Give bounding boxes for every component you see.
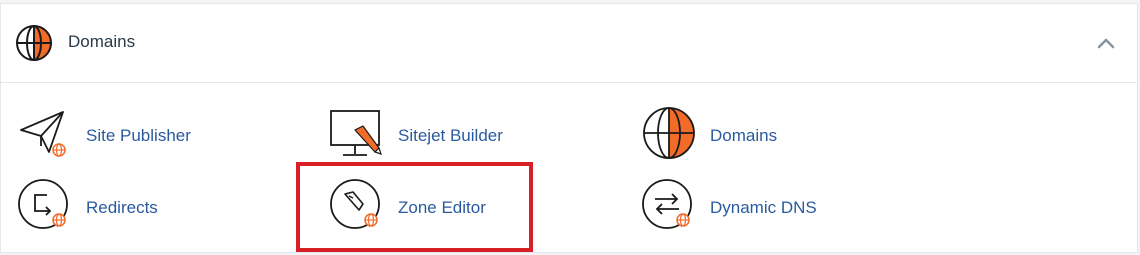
globe-icon xyxy=(16,25,52,61)
chevron-up-icon[interactable] xyxy=(1097,36,1115,50)
sitejet-builder-link[interactable]: Sitejet Builder xyxy=(398,126,503,146)
monitor-pencil-icon xyxy=(330,110,382,156)
redirect-icon xyxy=(18,179,68,229)
domains-panel: Domains Site Publisher Sitejet Builder D… xyxy=(0,3,1138,253)
zone-editor-icon xyxy=(330,179,380,229)
dynamic-dns-link[interactable]: Dynamic DNS xyxy=(710,198,817,218)
globe-icon xyxy=(643,107,695,159)
sitejet-builder-item[interactable]: Sitejet Builder xyxy=(329,108,609,168)
redirects-link[interactable]: Redirects xyxy=(86,198,158,218)
panel-title: Domains xyxy=(68,32,136,51)
domains-panel-header[interactable]: Domains xyxy=(1,4,1137,83)
zone-editor-item[interactable]: Zone Editor xyxy=(329,178,609,238)
dynamic-dns-icon xyxy=(642,179,692,229)
redirects-item[interactable]: Redirects xyxy=(17,178,297,238)
domains-link[interactable]: Domains xyxy=(710,126,777,146)
site-publisher-item[interactable]: Site Publisher xyxy=(17,108,297,168)
dynamic-dns-item[interactable]: Dynamic DNS xyxy=(641,178,921,238)
paper-plane-icon xyxy=(20,111,66,157)
site-publisher-link[interactable]: Site Publisher xyxy=(86,126,191,146)
zone-editor-link[interactable]: Zone Editor xyxy=(398,198,486,218)
domains-item[interactable]: Domains xyxy=(641,105,921,165)
